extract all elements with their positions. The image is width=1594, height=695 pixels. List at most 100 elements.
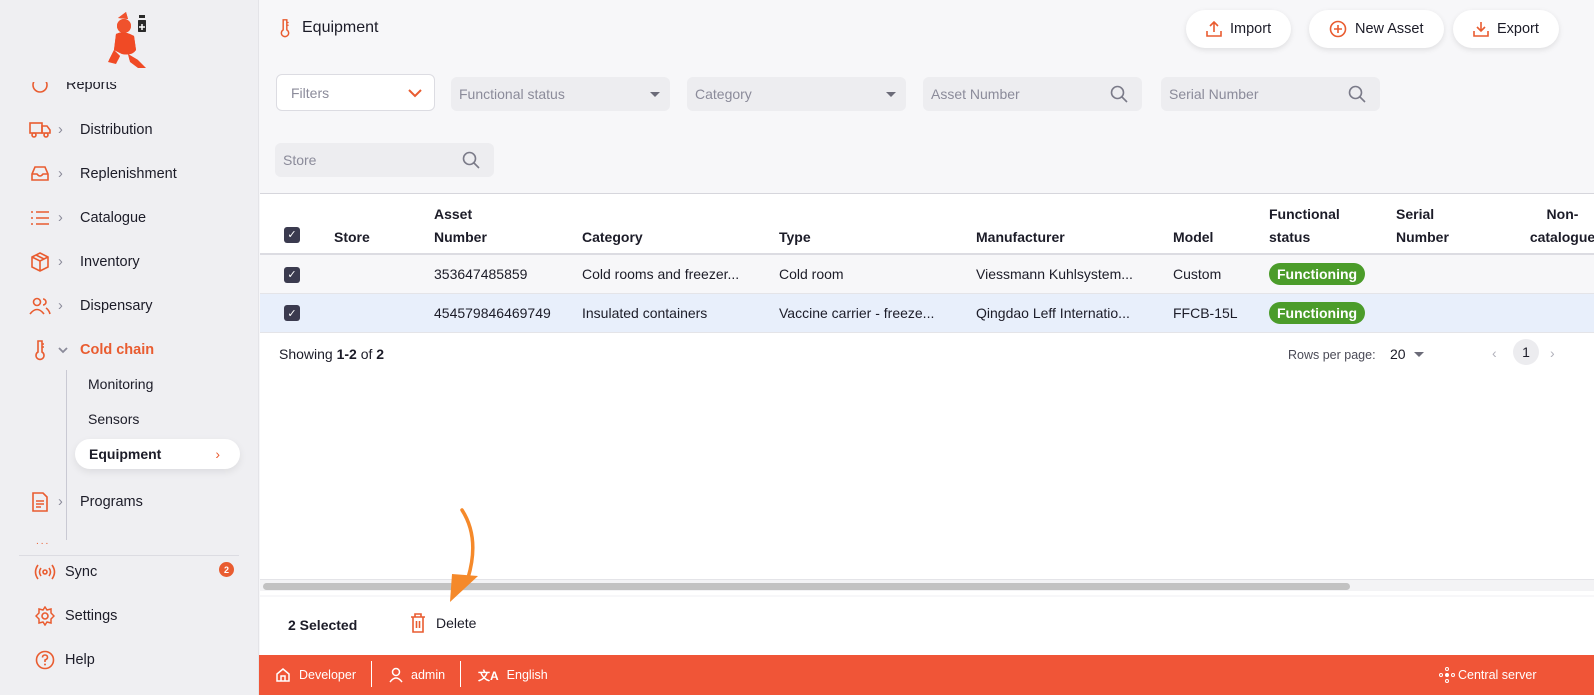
cell-functional-status: Functioning bbox=[1269, 254, 1396, 294]
export-label: Export bbox=[1497, 21, 1539, 37]
cell-asset-number: 454579846469749 bbox=[434, 293, 582, 333]
sidebar-item-monitoring[interactable]: Monitoring bbox=[88, 376, 153, 392]
row-checkbox[interactable]: ✓ bbox=[284, 305, 300, 322]
column-header-asset-number[interactable]: Asset Number bbox=[434, 194, 582, 255]
sidebar-item-cold-chain[interactable]: Cold chain bbox=[28, 335, 154, 365]
filters-label: Filters bbox=[291, 84, 330, 101]
sidebar-item-sync[interactable]: Sync bbox=[34, 558, 97, 586]
sync-badge: 2 bbox=[219, 562, 234, 577]
import-button[interactable]: Import bbox=[1186, 10, 1292, 48]
sidebar-item-help[interactable]: Help bbox=[34, 646, 95, 674]
category-select[interactable]: Category bbox=[687, 77, 906, 111]
functional-status-placeholder: Functional status bbox=[459, 86, 565, 102]
row-checkbox[interactable]: ✓ bbox=[284, 266, 300, 283]
app-logo-mascot bbox=[108, 12, 146, 68]
search-icon bbox=[1348, 85, 1366, 103]
cell-manufacturer: Qingdao Leff Internatio... bbox=[976, 293, 1173, 333]
translate-icon: 文A bbox=[478, 668, 499, 683]
sidebar-item-settings[interactable]: Settings bbox=[34, 602, 117, 630]
serial-number-placeholder: Serial Number bbox=[1169, 86, 1259, 102]
new-asset-button[interactable]: New Asset bbox=[1309, 10, 1444, 48]
column-header-serial-number-label: Serial Number bbox=[1396, 206, 1449, 245]
main-content: Equipment Import New Asset Export Filter… bbox=[260, 0, 1594, 695]
cell-asset-number: 353647485859 bbox=[434, 254, 582, 294]
cell-store bbox=[334, 254, 434, 294]
column-header-non-catalogue[interactable]: Non-catalogue bbox=[1513, 194, 1594, 255]
prev-page-button[interactable]: ‹ bbox=[1492, 345, 1497, 361]
rows-per-page-select[interactable]: 20 bbox=[1390, 346, 1424, 362]
people-icon bbox=[28, 294, 52, 318]
filters-select[interactable]: Filters bbox=[276, 74, 435, 111]
cell-store bbox=[334, 293, 434, 333]
truck-icon bbox=[28, 118, 52, 142]
thermometer-icon bbox=[278, 18, 296, 38]
sidebar-item-inventory[interactable]: › Inventory bbox=[28, 247, 140, 277]
select-all-checkbox[interactable]: ✓ bbox=[284, 227, 300, 243]
cell-category: Insulated containers bbox=[582, 293, 779, 333]
store-search[interactable]: Store bbox=[275, 143, 494, 177]
sidebar-item-catalogue[interactable]: › Catalogue bbox=[28, 203, 146, 233]
more-items-indicator[interactable]: ... bbox=[36, 536, 50, 547]
sidebar-item-replenishment[interactable]: › Replenishment bbox=[28, 159, 177, 189]
column-header-category[interactable]: Category bbox=[582, 194, 779, 255]
box-icon bbox=[28, 250, 52, 274]
caret-down-icon bbox=[650, 91, 660, 97]
table-row[interactable]: ✓ 454579846469749 Insulated containers V… bbox=[260, 293, 1594, 333]
column-header-functional-status[interactable]: Functional status bbox=[1269, 194, 1396, 255]
cell-model: FFCB-15L bbox=[1173, 293, 1269, 333]
next-page-button[interactable]: › bbox=[1550, 345, 1555, 361]
status-separator bbox=[371, 661, 372, 687]
help-icon bbox=[34, 649, 56, 671]
horizontal-scrollbar[interactable] bbox=[260, 579, 1594, 591]
cell-serial-number bbox=[1396, 254, 1513, 294]
category-placeholder: Category bbox=[695, 86, 752, 102]
sidebar-item-distribution[interactable]: › Distribution bbox=[28, 115, 153, 145]
chevron-right-icon: › bbox=[58, 254, 63, 270]
functional-status-select[interactable]: Functional status bbox=[451, 77, 670, 111]
status-bar: Developer admin 文A English Central serve… bbox=[259, 655, 1594, 695]
trash-icon bbox=[410, 613, 426, 633]
sidebar-item-equipment[interactable]: Equipment › bbox=[75, 439, 240, 469]
asset-number-search[interactable]: Asset Number bbox=[923, 77, 1142, 111]
status-language[interactable]: 文A English bbox=[478, 655, 548, 695]
cell-model: Custom bbox=[1173, 254, 1269, 294]
cell-manufacturer: Viessmann Kuhlsystem... bbox=[976, 254, 1173, 294]
upload-icon bbox=[1206, 21, 1222, 37]
status-user[interactable]: admin bbox=[389, 655, 445, 695]
sidebar-item-dispensary[interactable]: › Dispensary bbox=[28, 291, 153, 321]
column-header-serial-number[interactable]: Serial Number bbox=[1396, 194, 1513, 255]
new-asset-label: New Asset bbox=[1355, 21, 1424, 37]
equipment-table: ✓ Store Asset Number Category Type Manuf… bbox=[260, 194, 1594, 333]
sidebar-item-programs[interactable]: › Programs bbox=[28, 487, 143, 517]
status-site[interactable]: Developer bbox=[275, 655, 356, 695]
document-icon bbox=[28, 490, 52, 514]
thermometer-icon bbox=[28, 338, 52, 362]
column-header-model[interactable]: Model bbox=[1173, 194, 1269, 255]
cell-category: Cold rooms and freezer... bbox=[582, 254, 779, 294]
pagination-summary: Showing 1-2 of 2 bbox=[279, 346, 384, 362]
delete-button[interactable]: Delete bbox=[410, 613, 476, 633]
cell-non-catalogue bbox=[1513, 293, 1594, 333]
inbox-icon bbox=[28, 162, 52, 186]
sidebar-item-sensors[interactable]: Sensors bbox=[88, 411, 139, 427]
export-button[interactable]: Export bbox=[1453, 10, 1559, 48]
scrollbar-thumb[interactable] bbox=[263, 583, 1350, 590]
column-header-type[interactable]: Type bbox=[779, 194, 976, 255]
status-server[interactable]: Central server bbox=[1439, 655, 1537, 695]
download-icon bbox=[1473, 21, 1489, 37]
status-badge: Functioning bbox=[1269, 301, 1366, 324]
cell-functional-status: Functioning bbox=[1269, 293, 1396, 333]
table-row[interactable]: ✓ 353647485859 Cold rooms and freezer...… bbox=[260, 254, 1594, 294]
rows-per-page-value: 20 bbox=[1390, 346, 1406, 362]
sidebar-item-equipment-label: Equipment bbox=[89, 446, 162, 462]
asset-number-placeholder: Asset Number bbox=[931, 86, 1020, 102]
gear-icon bbox=[34, 605, 56, 627]
sidebar-divider bbox=[19, 555, 239, 556]
status-separator bbox=[460, 661, 461, 687]
page-1-button[interactable]: 1 bbox=[1513, 339, 1539, 365]
serial-number-search[interactable]: Serial Number bbox=[1161, 77, 1380, 111]
select-all-cell: ✓ bbox=[260, 194, 334, 255]
column-header-store[interactable]: Store bbox=[334, 194, 434, 255]
column-header-manufacturer[interactable]: Manufacturer bbox=[976, 194, 1173, 255]
bulk-action-bar: 2 Selected Delete bbox=[260, 597, 1594, 655]
